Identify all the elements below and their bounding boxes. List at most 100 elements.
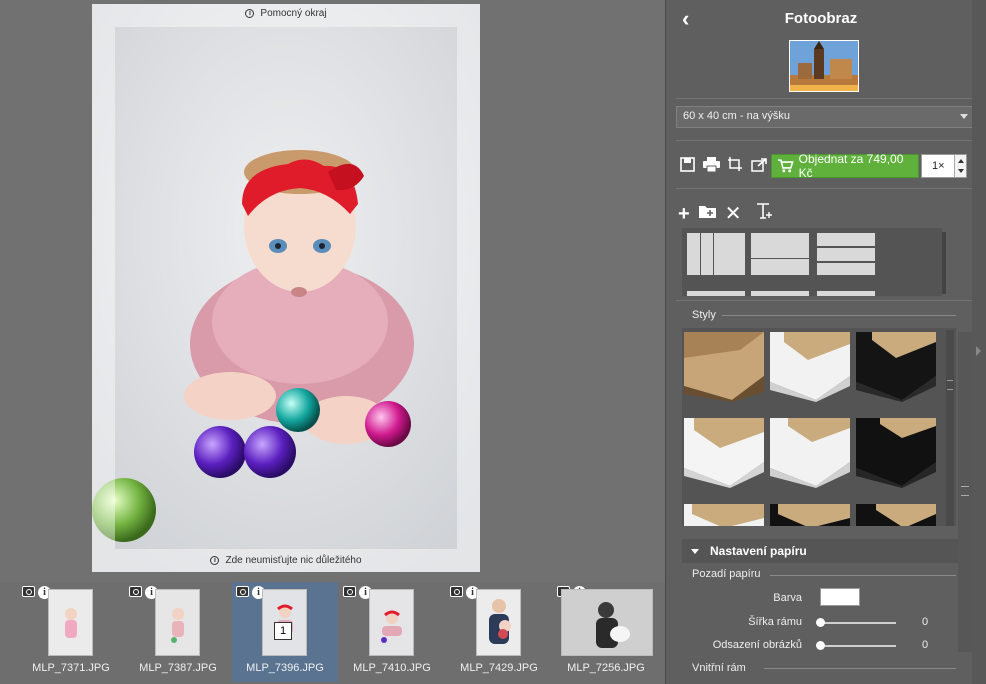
- frame-width-label: Šířka rámu: [748, 616, 802, 628]
- paper-settings-header[interactable]: Nastavení papíru: [682, 539, 958, 563]
- style-option-black-frame[interactable]: [856, 332, 936, 402]
- share-icon[interactable]: [750, 155, 768, 173]
- save-icon[interactable]: [678, 155, 696, 173]
- style-art: [684, 332, 764, 402]
- canvas-area: i Pomocný okraj i Zde neumisťujte nic důle…: [0, 0, 665, 582]
- crop-icon[interactable]: [726, 155, 744, 173]
- thumb-image: [369, 589, 414, 656]
- style-option-white-wide[interactable]: [770, 418, 850, 488]
- spacing-slider[interactable]: [816, 641, 896, 650]
- style-option[interactable]: [684, 504, 764, 526]
- product-thumb-art: [790, 41, 858, 91]
- separator: [676, 188, 974, 189]
- thumb-art: [562, 590, 652, 655]
- camera-icon[interactable]: [129, 586, 142, 597]
- style-art: [770, 418, 850, 488]
- film-thumb[interactable]: i MLP_7371.JPG: [18, 582, 124, 682]
- order-button-label: Objednat za 749,00 Kč: [798, 152, 904, 180]
- paper-settings-title: Nastavení papíru: [710, 544, 807, 558]
- layout-divider: [750, 258, 810, 276]
- film-thumb[interactable]: i MLP_7410.JPG: [339, 582, 445, 682]
- scroll-grip[interactable]: [961, 486, 969, 496]
- hint-top: i Pomocný okraj: [92, 8, 480, 19]
- style-option[interactable]: [770, 504, 850, 526]
- add-folder-icon[interactable]: [698, 204, 716, 223]
- layout-option[interactable]: [686, 290, 746, 296]
- print-icon[interactable]: [702, 155, 720, 173]
- spacing-value: 0: [922, 639, 929, 651]
- product-panel: ‹ Fotoobraz 60 x 40 cm - na výšku Objedn…: [665, 0, 986, 684]
- text-icon[interactable]: [756, 202, 774, 225]
- film-thumb[interactable]: i MLP_7387.JPG: [125, 582, 231, 682]
- style-option-white-frame[interactable]: [770, 332, 850, 402]
- thumb-art: [370, 590, 413, 655]
- quantity-value: 1×: [932, 160, 945, 172]
- camera-icon[interactable]: [343, 586, 356, 597]
- styles-scrollbar[interactable]: [946, 330, 954, 526]
- thumb-name: MLP_7371.JPG: [32, 662, 110, 674]
- size-select-value: 60 x 40 cm - na výšku: [683, 110, 790, 122]
- style-art: [856, 418, 936, 488]
- paper-background-label: Pozadí papíru: [692, 568, 761, 580]
- film-thumb-selected[interactable]: i 1 MLP_7396.JPG: [232, 582, 338, 682]
- scroll-grip[interactable]: [947, 380, 953, 390]
- stepper-arrows[interactable]: [954, 155, 966, 177]
- style-option-black-wide[interactable]: [856, 418, 936, 488]
- style-art: [856, 332, 936, 402]
- separator: [676, 98, 974, 99]
- thumb-art: [477, 590, 520, 655]
- thumb-name: MLP_7387.JPG: [139, 662, 217, 674]
- camera-icon[interactable]: [236, 586, 249, 597]
- chevron-down-icon: [960, 114, 968, 119]
- inner-frame-label: Vnitřní rám: [692, 662, 746, 674]
- slider-knob[interactable]: [816, 641, 825, 650]
- hint-bottom-text: Zde neumisťujte nic důležitého: [225, 555, 362, 566]
- layout-scrollbar[interactable]: [942, 232, 946, 294]
- film-thumb[interactable]: i MLP_7256.JPG: [553, 582, 659, 682]
- chevron-right-icon[interactable]: [976, 346, 981, 356]
- color-swatch[interactable]: [820, 588, 860, 606]
- frame-width-slider[interactable]: [816, 618, 896, 627]
- order-button[interactable]: Objednat za 749,00 Kč: [771, 152, 919, 180]
- style-option-canvas-wood[interactable]: [684, 332, 764, 402]
- collapse-strip[interactable]: [972, 0, 986, 684]
- separator: [676, 140, 974, 141]
- layout-option[interactable]: [816, 290, 876, 296]
- quantity-stepper[interactable]: 1×: [921, 154, 967, 178]
- layout-option[interactable]: [750, 290, 810, 296]
- styles-grid: [682, 328, 956, 526]
- thumb-name: MLP_7410.JPG: [353, 662, 431, 674]
- style-option-white-mat[interactable]: [684, 418, 764, 488]
- layout-toolbar: + ✕: [678, 202, 774, 225]
- color-label: Barva: [773, 592, 802, 604]
- canvas-photo[interactable]: [92, 4, 480, 572]
- app-window: i Pomocný okraj i Zde neumisťujte nic důle…: [0, 0, 986, 684]
- layout-option[interactable]: [686, 232, 746, 276]
- spacing-label: Odsazení obrázků: [712, 639, 802, 651]
- add-icon[interactable]: +: [678, 204, 690, 224]
- film-thumb[interactable]: i MLP_7429.JPG: [446, 582, 552, 682]
- filmstrip: i MLP_7371.JPG i MLP_7387.JPG i 1 MLP_73…: [0, 582, 665, 684]
- product-thumbnail: [789, 40, 859, 92]
- camera-icon[interactable]: [22, 586, 35, 597]
- action-toolbar: [678, 155, 768, 173]
- thumb-art: [156, 590, 199, 655]
- margin-right: [457, 27, 480, 549]
- baby-photo: [92, 4, 480, 572]
- hint-bottom: i Zde neumisťujte nic důležitého: [92, 555, 480, 566]
- layout-divider: [816, 247, 876, 262]
- panel-scrollbar[interactable]: [958, 332, 972, 652]
- hint-top-text: Pomocný okraj: [260, 8, 327, 19]
- thumb-name: MLP_7396.JPG: [246, 662, 324, 674]
- cart-icon: [778, 159, 794, 173]
- section-line: [722, 315, 956, 316]
- slider-knob[interactable]: [816, 618, 825, 627]
- style-art: [684, 504, 764, 526]
- layout-divider: [816, 262, 876, 276]
- delete-icon[interactable]: ✕: [725, 204, 742, 224]
- camera-icon[interactable]: [450, 586, 463, 597]
- style-option[interactable]: [856, 504, 936, 526]
- panel-title: Fotoobraz: [784, 10, 858, 27]
- size-select[interactable]: 60 x 40 cm - na výšku: [676, 106, 974, 128]
- layout-option[interactable]: [816, 232, 876, 247]
